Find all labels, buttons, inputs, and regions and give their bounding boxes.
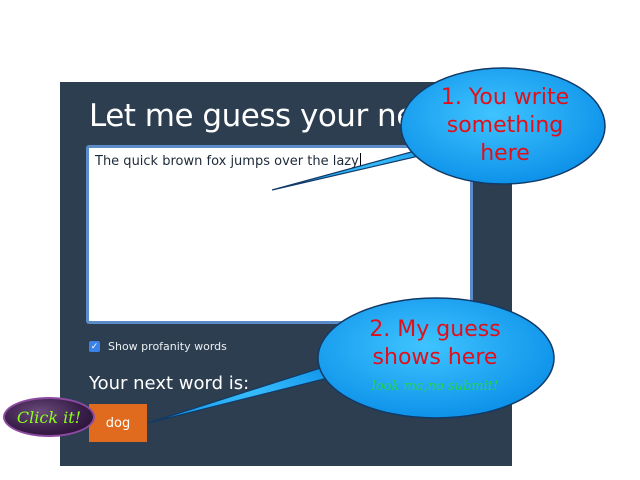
callout-2-tail: [147, 364, 342, 424]
callout-1-text: 1. You write something here: [440, 85, 570, 166]
callout-2-subtext: look ma,no submit!: [371, 379, 499, 394]
callout-overlay: [147, 67, 606, 424]
click-it-badge: Click it!: [3, 397, 95, 437]
callout-2-text: 2. My guess shows here: [369, 317, 501, 370]
